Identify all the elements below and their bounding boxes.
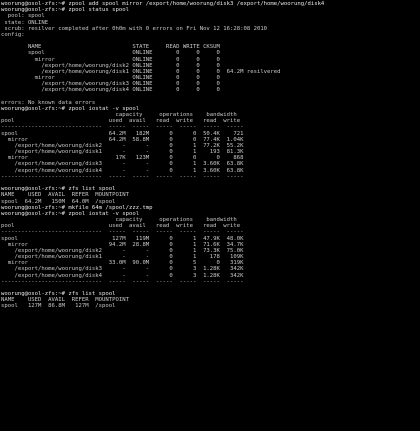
terminal-output: woorung@osol-zfs:~# zpool add spool mirr… [1, 1, 420, 310]
terminal-window[interactable]: woorung@osol-zfs:~# zpool add spool mirr… [0, 0, 420, 431]
output-line: spool 127M 86.8M 127M /spool [1, 303, 116, 310]
